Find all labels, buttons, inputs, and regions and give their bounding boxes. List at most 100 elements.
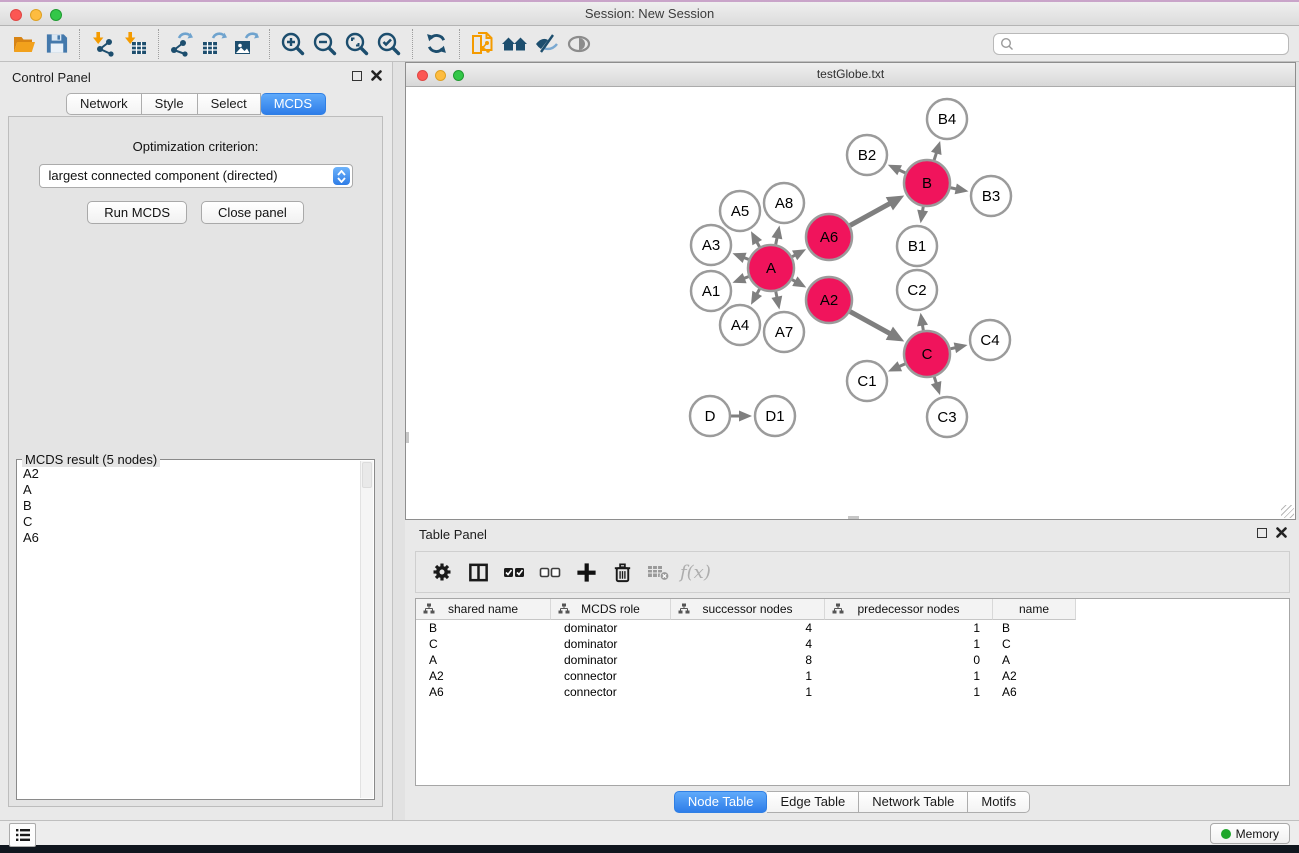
tab-style[interactable]: Style xyxy=(142,93,198,115)
close-window-button[interactable] xyxy=(10,9,22,21)
zoom-in-button[interactable] xyxy=(277,29,309,59)
column-header-mcds-role[interactable]: MCDS role xyxy=(551,599,671,620)
graph-node-A6[interactable]: A6 xyxy=(806,214,852,260)
mcds-result-item[interactable]: A xyxy=(23,482,354,498)
network-graph[interactable]: A5A8 A3 A1A4A7 A A6 A2 B2 B4 B B3 B1C2 C C1 C4C3 D D1 xyxy=(406,87,1295,519)
export-image-button[interactable] xyxy=(230,29,262,59)
minimize-window-button[interactable] xyxy=(30,9,42,21)
tab-motifs[interactable]: Motifs xyxy=(968,791,1030,813)
home-view-button[interactable] xyxy=(499,29,531,59)
save-session-button[interactable] xyxy=(40,29,72,59)
mcds-result-item[interactable]: B xyxy=(23,498,354,514)
graph-node-C[interactable]: C xyxy=(904,331,950,377)
zoom-window-button[interactable] xyxy=(50,9,62,21)
graph-node-C3[interactable]: C3 xyxy=(927,397,967,437)
export-network-button[interactable] xyxy=(166,29,198,59)
run-mcds-button[interactable]: Run MCDS xyxy=(87,201,187,224)
graph-node-A[interactable]: A xyxy=(748,245,794,291)
close-panel-icon[interactable] xyxy=(1276,527,1287,538)
table-row[interactable]: A2connector11A2 xyxy=(416,668,1289,684)
tab-select[interactable]: Select xyxy=(198,93,261,115)
task-history-button[interactable] xyxy=(9,823,36,847)
float-panel-icon[interactable] xyxy=(352,71,362,81)
table-cell: 1 xyxy=(671,684,825,700)
network-minimize-button[interactable] xyxy=(435,70,446,81)
network-canvas[interactable]: A5A8 A3 A1A4A7 A A6 A2 B2 B4 B B3 B1C2 C C1 C4C3 D D1 xyxy=(406,87,1295,519)
table-cell: 1 xyxy=(825,684,993,700)
network-zoom-button[interactable] xyxy=(453,70,464,81)
table-cell: connector xyxy=(551,668,671,684)
zoom-selected-button[interactable] xyxy=(373,29,405,59)
table-row[interactable]: Adominator80A xyxy=(416,652,1289,668)
delete-table-button[interactable] xyxy=(640,555,676,589)
show-eye-button[interactable] xyxy=(563,29,595,59)
refresh-button[interactable] xyxy=(420,29,452,59)
network-close-button[interactable] xyxy=(417,70,428,81)
graph-node-B3[interactable]: B3 xyxy=(971,176,1011,216)
table-settings-button[interactable] xyxy=(424,555,460,589)
column-header-predecessor-nodes[interactable]: predecessor nodes xyxy=(825,599,993,620)
tab-mcds[interactable]: MCDS xyxy=(261,93,326,115)
table-header-row: shared nameMCDS rolesuccessor nodesprede… xyxy=(416,599,1289,620)
graph-node-B2[interactable]: B2 xyxy=(847,135,887,175)
application-window: Session: New Session xyxy=(0,0,1299,845)
svg-text:D: D xyxy=(705,408,716,425)
export-table-icon xyxy=(201,31,227,57)
graph-node-C4[interactable]: C4 xyxy=(970,320,1010,360)
graph-node-B1[interactable]: B1 xyxy=(897,226,937,266)
optimization-criterion-select[interactable]: largest connected component (directed) xyxy=(39,164,353,188)
select-all-columns-button[interactable] xyxy=(496,555,532,589)
tab-node-table[interactable]: Node Table xyxy=(674,791,768,813)
tab-network[interactable]: Network xyxy=(66,93,142,115)
column-header-name[interactable]: name xyxy=(993,599,1076,620)
tab-edge-table[interactable]: Edge Table xyxy=(767,791,859,813)
unselect-all-columns-button[interactable] xyxy=(532,555,568,589)
graph-node-D1[interactable]: D1 xyxy=(755,396,795,436)
table-row[interactable]: Cdominator41C xyxy=(416,636,1289,652)
memory-button[interactable]: Memory xyxy=(1210,823,1290,844)
close-panel-button[interactable]: Close panel xyxy=(201,201,304,224)
column-header-successor-nodes[interactable]: successor nodes xyxy=(671,599,825,620)
graph-node-A7[interactable]: A7 xyxy=(764,312,804,352)
graph-node-A5[interactable]: A5 xyxy=(720,191,760,231)
open-session-button[interactable] xyxy=(8,29,40,59)
network-from-file-button[interactable] xyxy=(467,29,499,59)
search-input[interactable] xyxy=(993,33,1289,55)
graph-node-A3[interactable]: A3 xyxy=(691,225,731,265)
graph-node-B4[interactable]: B4 xyxy=(927,99,967,139)
export-table-button[interactable] xyxy=(198,29,230,59)
graph-node-D[interactable]: D xyxy=(690,396,730,436)
float-panel-icon[interactable] xyxy=(1257,528,1267,538)
graph-node-A1[interactable]: A1 xyxy=(691,271,731,311)
graph-node-A4[interactable]: A4 xyxy=(720,305,760,345)
close-panel-icon[interactable] xyxy=(371,70,382,81)
graph-node-A2[interactable]: A2 xyxy=(806,277,852,323)
mcds-result-item[interactable]: A2 xyxy=(23,466,354,482)
graph-edge-A6-B[interactable] xyxy=(850,203,891,226)
mcds-result-item[interactable]: A6 xyxy=(23,530,354,546)
hide-selected-button[interactable] xyxy=(531,29,563,59)
table-row[interactable]: Bdominator41B xyxy=(416,620,1289,636)
show-column-selector-button[interactable] xyxy=(460,555,496,589)
function-builder-button[interactable]: f(x) xyxy=(680,562,711,583)
svg-text:C: C xyxy=(922,346,933,363)
graph-node-A8[interactable]: A8 xyxy=(764,183,804,223)
import-table-button[interactable] xyxy=(119,29,151,59)
zoom-fit-button[interactable] xyxy=(341,29,373,59)
graph-node-C1[interactable]: C1 xyxy=(847,361,887,401)
delete-columns-button[interactable] xyxy=(604,555,640,589)
control-panel-tabs: NetworkStyleSelectMCDS xyxy=(0,93,392,115)
table-row[interactable]: A6connector11A6 xyxy=(416,684,1289,700)
zoom-out-icon xyxy=(312,31,338,57)
graph-edge-A2-C[interactable] xyxy=(850,312,891,335)
import-network-button[interactable] xyxy=(87,29,119,59)
graph-node-C2[interactable]: C2 xyxy=(897,270,937,310)
window-resize-grip[interactable] xyxy=(1281,505,1294,518)
create-column-button[interactable] xyxy=(568,555,604,589)
graph-node-B[interactable]: B xyxy=(904,160,950,206)
result-scrollbar[interactable] xyxy=(360,461,373,798)
column-header-shared-name[interactable]: shared name xyxy=(416,599,551,620)
tab-network-table[interactable]: Network Table xyxy=(859,791,968,813)
mcds-result-item[interactable]: C xyxy=(23,514,354,530)
zoom-out-button[interactable] xyxy=(309,29,341,59)
